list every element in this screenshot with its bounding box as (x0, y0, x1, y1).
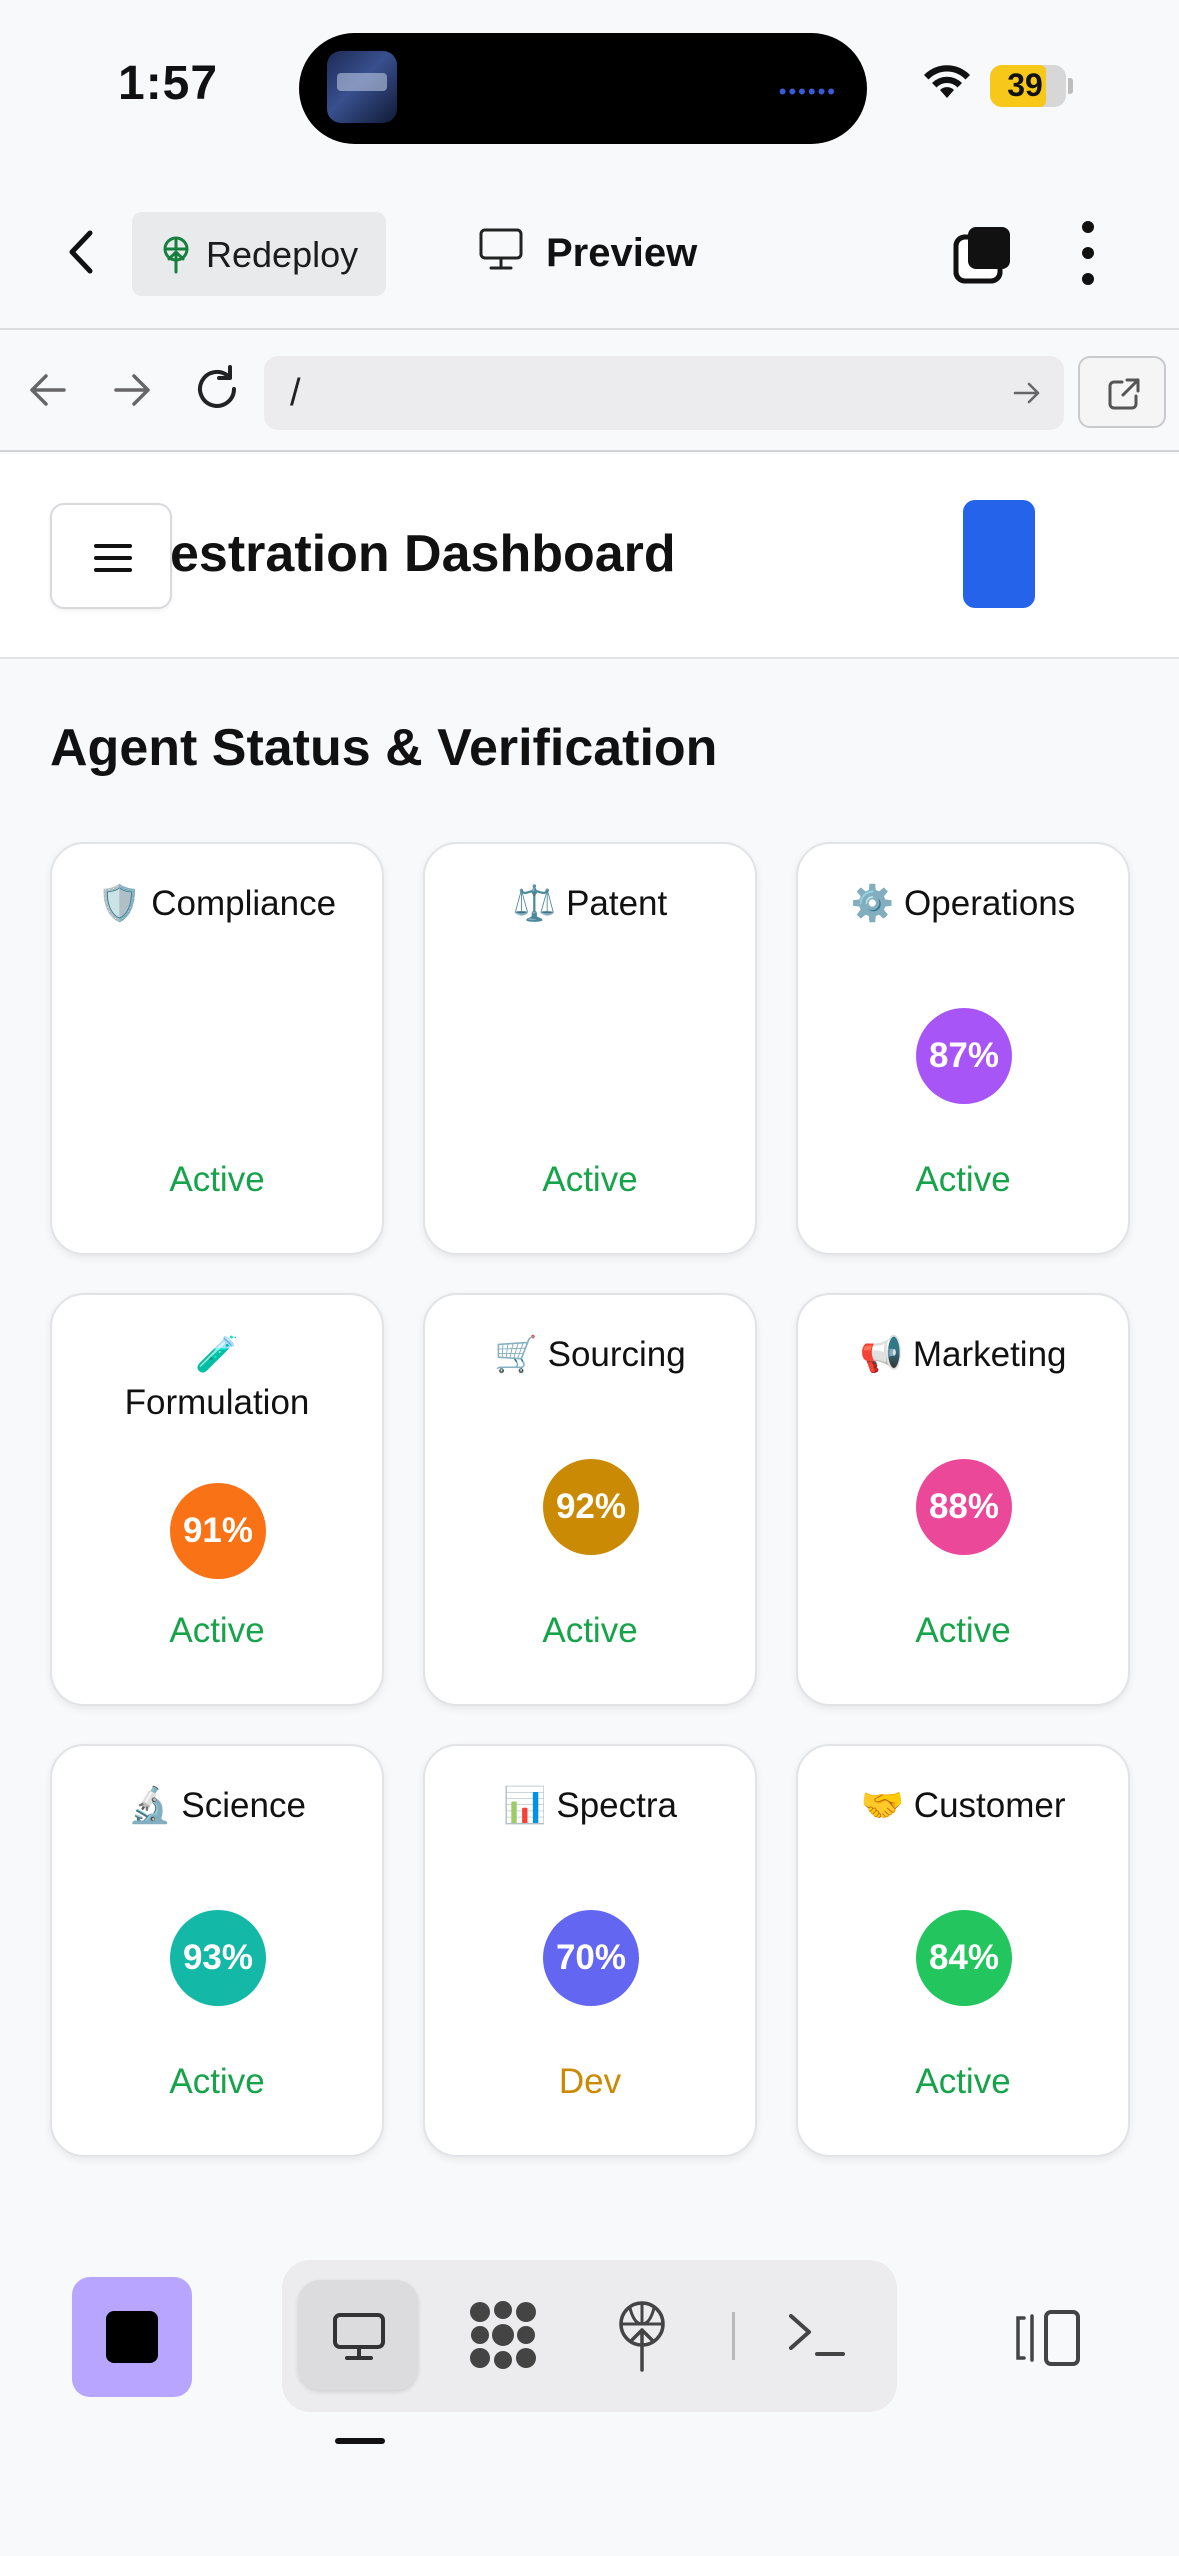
browser-url-bar: / (0, 332, 1179, 452)
back-chevron-icon[interactable] (58, 227, 108, 277)
status-time: 1:57 (118, 57, 219, 110)
agent-status: Dev (558, 2062, 622, 2101)
agent-name: 📢 Marketing (798, 1331, 1128, 1379)
now-playing-artwork (327, 51, 397, 123)
header-action-button[interactable] (963, 500, 1035, 608)
dynamic-island: •••••• (299, 33, 867, 144)
agent-status: Active (169, 1611, 265, 1650)
agent-icon: 🧪 (195, 1335, 239, 1375)
agent-score-badge: 92% (543, 1459, 639, 1555)
agent-icon: ⚖️ (512, 884, 557, 924)
agent-card-customer[interactable]: 🤝 Customer 84% Active (796, 1744, 1130, 2157)
back-arrow-icon[interactable] (26, 368, 70, 412)
agent-card-patent[interactable]: ⚖️ Patent Active (423, 842, 757, 1255)
stop-icon (106, 2311, 158, 2363)
agent-card-formulation[interactable]: 🧪 Formulation 91% Active (50, 1293, 384, 1706)
agent-score-badge: 84% (916, 1910, 1012, 2006)
agent-name: 📊 Spectra (425, 1782, 755, 1830)
agent-name-label: Sourcing (547, 1335, 686, 1374)
forward-arrow-icon[interactable] (110, 368, 154, 412)
agent-name-label: Marketing (912, 1335, 1067, 1374)
go-arrow-icon[interactable] (1012, 378, 1042, 408)
agent-name: 🤝 Customer (798, 1782, 1128, 1830)
battery-level: 39 (1007, 67, 1043, 103)
agent-name: 🧪 Formulation (52, 1331, 382, 1427)
toolbar-divider (732, 2312, 735, 2360)
active-tab-indicator (335, 2438, 385, 2444)
preview-label: Preview (546, 231, 698, 275)
agent-score-badge: 91% (170, 1483, 266, 1579)
agent-score-badge: 93% (170, 1910, 266, 2006)
apps-icon[interactable] (466, 2298, 540, 2372)
agent-status: Active (169, 1160, 265, 1199)
agent-status: Active (542, 1611, 638, 1650)
agent-icon: ⚙️ (850, 884, 895, 924)
tool-preview-button[interactable] (298, 2280, 418, 2390)
status-bar: 1:57 •••••• 39 (0, 0, 1179, 175)
battery-icon: 39 (990, 65, 1066, 107)
menu-button[interactable] (50, 503, 172, 609)
agent-card-operations[interactable]: ⚙️ Operations 87% Active (796, 842, 1130, 1255)
preview-tab[interactable]: Preview (478, 227, 697, 276)
agent-name: ⚖️ Patent (425, 880, 755, 928)
agent-name-label: Compliance (151, 884, 337, 923)
agent-name-label: Patent (566, 884, 668, 923)
agent-name-label: Spectra (556, 1786, 677, 1825)
agent-name-label: Customer (913, 1786, 1066, 1825)
dashboard-header: estration Dashboard (0, 454, 1179, 659)
agent-card-sourcing[interactable]: 🛒 Sourcing 92% Active (423, 1293, 757, 1706)
agent-status: Active (915, 1160, 1011, 1199)
agent-name: 🔬 Science (52, 1782, 382, 1830)
agent-name: ⚙️ Operations (798, 880, 1128, 928)
bottom-toolbar (0, 2230, 1179, 2556)
monitor-icon (333, 2313, 385, 2360)
agent-icon: 📊 (503, 1786, 547, 1826)
agent-icon: 🔬 (128, 1786, 172, 1826)
tabs-icon[interactable] (952, 223, 1014, 285)
tool-switcher (282, 2260, 897, 2412)
agent-icon: 🛒 (494, 1335, 538, 1375)
redeploy-button[interactable]: Redeploy (132, 212, 386, 296)
agent-name-label: Operations (904, 884, 1076, 923)
deploy-icon[interactable] (612, 2300, 672, 2372)
agent-name: 🛒 Sourcing (425, 1331, 755, 1379)
wifi-icon (924, 65, 970, 98)
agent-icon: 🛡️ (97, 884, 142, 924)
agent-icon: 🤝 (860, 1786, 905, 1826)
side-panel-icon[interactable] (1010, 2308, 1082, 2368)
agent-status: Active (915, 2062, 1011, 2101)
more-vertical-icon[interactable] (1076, 221, 1100, 285)
agent-card-compliance[interactable]: 🛡️ Compliance Active (50, 842, 384, 1255)
audio-wave-icon: •••••• (778, 79, 837, 104)
agent-status: Active (169, 2062, 265, 2101)
section-title: Agent Status & Verification (50, 719, 718, 777)
external-link-icon (1108, 378, 1140, 410)
agent-name-label: Formulation (124, 1383, 310, 1422)
agent-name: 🛡️ Compliance (52, 880, 382, 928)
app-header: Redeploy Preview (0, 175, 1179, 330)
agent-card-spectra[interactable]: 📊 Spectra 70% Dev (423, 1744, 757, 2157)
stop-button[interactable] (72, 2277, 192, 2397)
url-text: / (290, 372, 301, 414)
agent-score-badge: 87% (916, 1008, 1012, 1104)
url-input[interactable]: / (264, 356, 1064, 430)
open-external-button[interactable] (1078, 356, 1166, 428)
page-title: estration Dashboard (170, 525, 676, 583)
agent-status: Active (542, 1160, 638, 1199)
agent-icon: 📢 (859, 1335, 904, 1375)
agent-name-label: Science (181, 1786, 306, 1825)
terminal-icon[interactable] (787, 2310, 847, 2360)
agent-status: Active (915, 1611, 1011, 1650)
redeploy-icon (163, 236, 189, 274)
redeploy-label: Redeploy (206, 234, 359, 275)
agent-card-science[interactable]: 🔬 Science 93% Active (50, 1744, 384, 2157)
monitor-icon (479, 228, 523, 270)
battery-nub (1068, 78, 1073, 94)
reload-icon[interactable] (192, 364, 242, 414)
agent-card-marketing[interactable]: 📢 Marketing 88% Active (796, 1293, 1130, 1706)
agent-score-badge: 70% (543, 1910, 639, 2006)
agent-score-badge: 88% (916, 1459, 1012, 1555)
